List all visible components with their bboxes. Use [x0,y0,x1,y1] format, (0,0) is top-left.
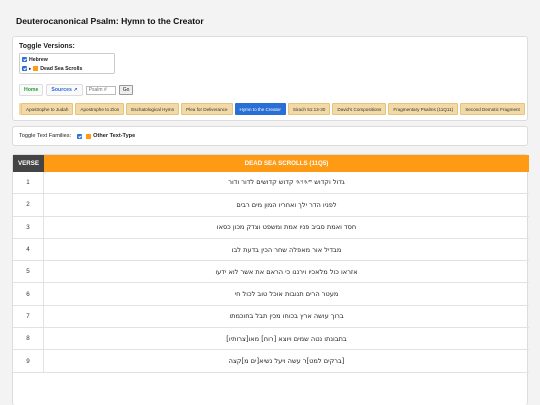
table-header: VERSE DEAD SEA SCROLLS (11Q5) [13,155,529,172]
text-families-panel: Toggle Text Families: Other Text-Type [12,126,528,146]
verse-number: 2 [13,194,44,216]
hebrew-checkbox[interactable] [22,57,27,62]
dss-color-swatch [33,66,39,71]
page-title: Deuterocanonical Psalm: Hymn to the Crea… [16,16,204,26]
verse-number: 8 [13,328,44,350]
verse-number: 4 [13,238,44,261]
psalm-number-input[interactable] [85,85,116,95]
tab-apostrophe-to-judah[interactable]: Apostrophe to Judah [21,103,74,115]
verse-number: 3 [13,216,44,238]
tab-sirach[interactable]: Sirach 51:13-30 [287,103,331,115]
tab-fragmentary-psalms[interactable]: Fragmentary Psalms (11Q11) [388,103,459,115]
verse-number: 7 [13,305,44,328]
verse-number: 6 [13,283,44,305]
hebrew-label: Hebrew [29,56,48,63]
tab-apostrophe-to-zion[interactable]: Apostrophe to Zion [75,103,125,115]
verse-text: [ברקים למט]ר עשה ויעל נשיא[ים מ]קצה [228,357,345,366]
verse-text: אזראו כול מלאכיו וירננו כי הראם את אשר ל… [215,267,358,276]
text-families-row: Toggle Text Families: Other Text-Type [19,133,135,139]
other-text-type-label: Other Text-Type [93,133,136,139]
table-row: 7 ברוך עושה ארץ בכוחו מכין תבל בחוכמתו [13,305,529,329]
table-row: 8 בתבונתו נטה שמים ויוצא [רוח] מאו[צרותי… [13,328,529,351]
psalm-tabs: Apostrophe to Judah Apostrophe to Zion E… [19,103,529,117]
tab-eschatological-hymn[interactable]: Eschatological Hymn [126,103,180,115]
verse-number: 9 [13,350,44,372]
table-row: 5 אזראו כול מלאכיו וירננו כי הראם את אשר… [13,261,529,284]
verse-text: ברוך עושה ארץ בכוחו מכין תבל בחוכמתו [229,312,344,321]
dss-label: Dead Sea Scrolls [40,65,83,72]
other-text-type-swatch [86,133,92,139]
tab-davids-compositions[interactable]: David's Compositions [332,103,387,115]
version-toggle-box: Hebrew ▸ Dead Sea Scrolls [19,53,115,74]
expand-arrow-icon[interactable]: ▸ [29,66,31,72]
verse-number: 1 [13,172,44,194]
tab-second-demotic-fragment[interactable]: Second Demotic Fragment [460,103,525,115]
sources-link[interactable]: Sources ↗ [46,84,83,96]
table-row: 4 מבדיל אור מאפלה שחר הכין בדעת לבו [13,238,529,262]
dss-column-header: DEAD SEA SCROLLS (11Q5) [44,155,529,172]
verse-text: בתבונתו נטה שמים ויוצא [רוח] מאו[צרותיו] [226,334,347,343]
tab-hymn-to-the-creator[interactable]: Hymn to the Creator [234,103,286,115]
controls-panel: Toggle Versions: Hebrew ▸ Dead Sea Scrol… [12,36,528,121]
verse-table: VERSE DEAD SEA SCROLLS (11Q5) 1 גדול וקד… [12,154,529,405]
dss-checkbox[interactable] [22,66,27,71]
table-row: 3 חסד ואמת סביב פניו אמת ומשפט וצדק מכון… [13,216,529,239]
verse-text: מעטר הרים תנובות אוכל טוב לכול חי [234,290,339,299]
verse-text: גדול וקדוש 𐤉𐤄𐤅𐤄 קדוש קדושים לדור ודור [228,178,345,187]
table-body: 1 גדול וקדוש 𐤉𐤄𐤅𐤄 קדוש קדושים לדור ודור … [13,172,529,373]
nav-row: Home Sources ↗ Go [19,84,134,96]
other-text-type-checkbox[interactable] [77,133,83,139]
tab-plea-for-deliverance[interactable]: Plea for Deliverance [181,103,233,115]
home-link[interactable]: Home [19,84,44,96]
verse-number: 5 [13,261,44,283]
verse-text: לפניו הדר ילך ואחריו המון מים רבים [236,200,337,209]
verse-text: מבדיל אור מאפלה שחר הכין בדעת לבו [231,245,342,254]
table-row: 1 גדול וקדוש 𐤉𐤄𐤅𐤄 קדוש קדושים לדור ודור [13,172,529,195]
verse-column-header: VERSE [13,155,44,172]
verse-text: חסד ואמת סביב פניו אמת ומשפט וצדק מכון כ… [216,223,357,232]
table-row: 6 מעטר הרים תנובות אוכל טוב לכול חי [13,283,529,306]
text-families-label: Toggle Text Families: [19,133,72,139]
toggle-versions-title: Toggle Versions: [19,43,75,50]
go-button[interactable]: Go [118,85,134,95]
version-dss[interactable]: ▸ Dead Sea Scrolls [20,64,114,73]
table-row: 9 [ברקים למט]ר עשה ויעל נשיא[ים מ]קצה [13,350,529,373]
version-hebrew[interactable]: Hebrew [20,55,114,64]
table-row: 2 לפניו הדר ילך ואחריו המון מים רבים [13,194,529,217]
